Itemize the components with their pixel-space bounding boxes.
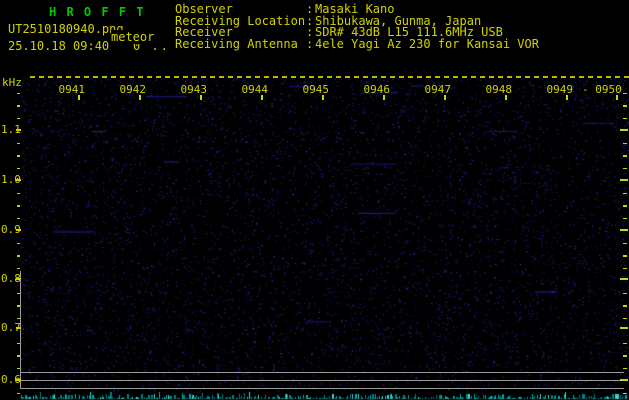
y-axis-minor-tick-right [623, 305, 627, 307]
x-axis-tick-label: 0946 [363, 83, 391, 96]
y-axis-major-tick-right [620, 179, 628, 181]
y-axis-minor-tick [17, 117, 20, 119]
y-axis-minor-tick [17, 305, 20, 307]
observation-comment: meteor [111, 30, 155, 44]
y-axis-minor-tick-right [623, 167, 627, 169]
y-axis-minor-tick [17, 355, 20, 357]
plot-top-dashed-line [30, 76, 629, 78]
y-axis-minor-tick [17, 192, 20, 194]
y-axis-minor-tick [17, 167, 20, 169]
info-label: Receiving Antenna [175, 36, 298, 51]
y-axis-minor-tick-right [623, 242, 627, 244]
y-axis-minor-tick-right [623, 142, 627, 144]
y-axis-tick-label: 0.7 [1, 321, 21, 334]
capture-filename: UT2510180940.png [8, 22, 124, 36]
y-axis-minor-tick [17, 255, 20, 257]
spectrogram-noise-canvas [0, 0, 629, 400]
y-axis-tick-label: 0.9 [1, 223, 21, 236]
y-axis-major-tick-right [620, 278, 628, 280]
signal-reference-line [20, 380, 624, 381]
x-axis-end-label: - 0950 [582, 83, 622, 96]
y-axis-minor-tick-right [623, 205, 627, 207]
y-axis-tick-label: 0.6 [1, 373, 21, 386]
y-axis-minor-tick [17, 217, 20, 219]
y-axis-minor-tick [17, 342, 20, 344]
y-axis-minor-tick-right [623, 267, 627, 269]
y-axis-minor-tick-right [623, 317, 627, 319]
x-axis-tick-label: 0942 [119, 83, 147, 96]
y-axis-minor-tick-right [623, 92, 627, 94]
info-value: 4ele Yagi Az 230 for Kansai VOR [315, 36, 539, 51]
y-axis-tick-label: 1.0 [1, 173, 21, 186]
x-axis-tick-label: 0948 [485, 83, 513, 96]
y-axis-minor-tick [17, 242, 20, 244]
y-axis-major-tick-right [620, 129, 628, 131]
signal-baseline-line [20, 388, 624, 389]
y-axis-minor-tick [17, 267, 20, 269]
y-axis-minor-tick-right [623, 255, 627, 257]
y-axis-minor-tick-right [623, 155, 627, 157]
y-axis-minor-tick-right [623, 117, 627, 119]
info-separator: : [306, 36, 314, 51]
y-axis-minor-tick-right [623, 342, 627, 344]
y-axis-tick-label: 0.8 [1, 272, 21, 285]
station-info-row: Receiving Antenna:4ele Yagi Az 230 for K… [175, 36, 539, 51]
y-axis-minor-tick [17, 105, 20, 107]
app-title: H R O F F T [49, 5, 145, 19]
hrofft-spectrogram-screen: H R O F F T UT2510180940.png meteor 25.1… [0, 0, 629, 400]
y-axis-minor-tick-right [623, 192, 627, 194]
y-axis-minor-tick [17, 292, 20, 294]
y-axis-minor-tick-right [623, 217, 627, 219]
x-axis-tick-label: 0944 [241, 83, 269, 96]
y-axis-minor-tick [17, 155, 20, 157]
y-axis-minor-tick [17, 367, 20, 369]
y-axis-major-tick-right [620, 379, 628, 381]
y-axis-minor-tick [17, 317, 20, 319]
x-axis-tick-label: 0943 [180, 83, 208, 96]
y-axis-minor-tick-right [623, 367, 627, 369]
y-axis-minor-tick-right [623, 355, 627, 357]
y-axis-major-tick-right [620, 327, 628, 329]
station-info-block: Observer: Masaki Kano Receiving Location: S… [175, 3, 539, 51]
y-axis-minor-tick-right [623, 292, 627, 294]
capture-datetime: 25.10.18 09:40 [8, 39, 110, 53]
y-axis-minor-tick [17, 392, 20, 394]
y-axis-tick-label: 1.1 [1, 123, 21, 136]
y-axis-unit-label: kHz [2, 76, 22, 89]
y-axis-minor-tick [17, 92, 20, 94]
y-axis-major-tick-right [620, 229, 628, 231]
x-axis-tick-label: 0947 [424, 83, 452, 96]
y-axis-minor-tick [17, 142, 20, 144]
y-axis-minor-tick [17, 205, 20, 207]
y-axis-minor-tick-right [623, 392, 627, 394]
x-axis-tick-label: 0949 [546, 83, 574, 96]
y-axis-minor-tick-right [623, 105, 627, 107]
signal-level-line [20, 372, 624, 373]
x-axis-tick-label: 0945 [302, 83, 330, 96]
x-axis-tick-label: 0941 [58, 83, 86, 96]
